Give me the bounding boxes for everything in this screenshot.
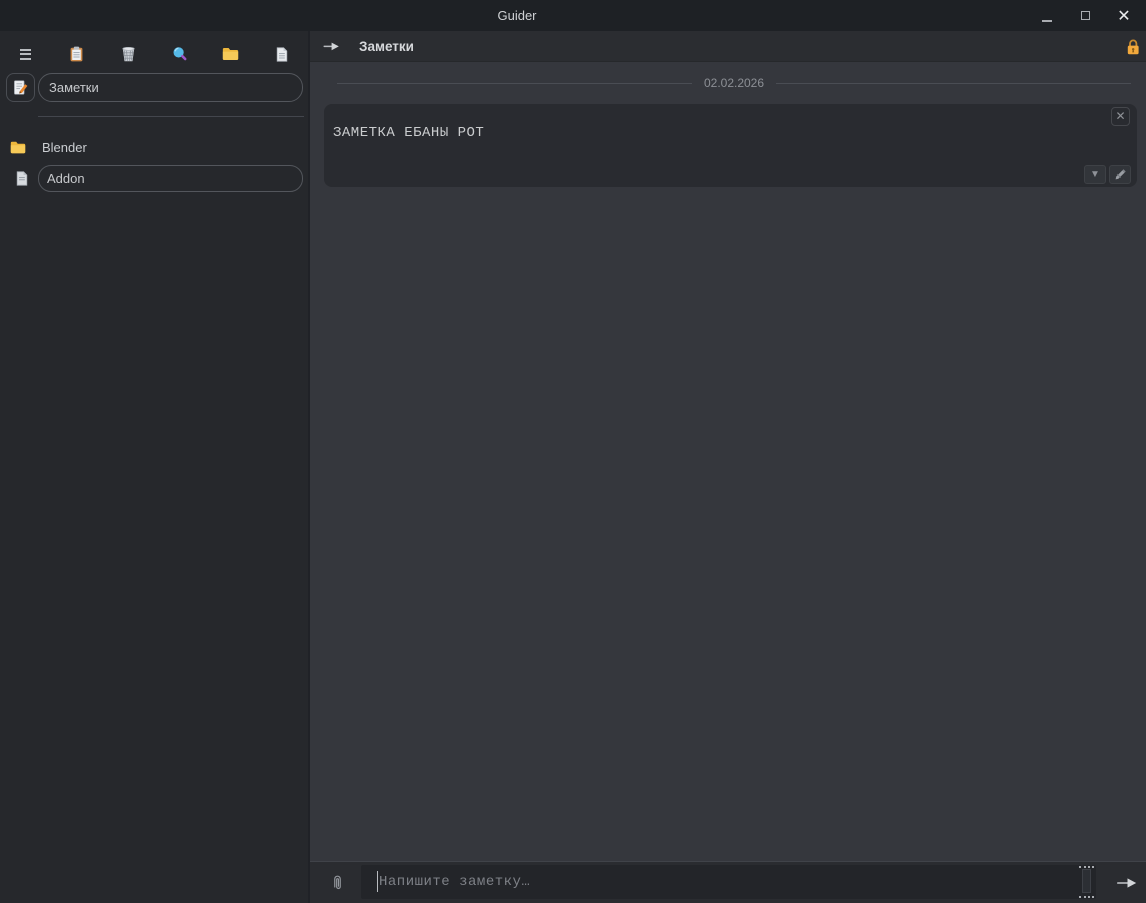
date-label: 02.02.2026 — [703, 76, 765, 90]
main-panel: Заметки 02.02.2026 ✕ ЗАМЕТКА ЕБАНЫ РОТ ▼ — [310, 31, 1146, 903]
titlebar: Guider ✕ — [0, 0, 1146, 31]
tree-folder-label: Blender — [42, 140, 87, 155]
composer-scrollbar[interactable] — [1079, 866, 1094, 898]
triangle-down-icon: ▼ — [1090, 169, 1100, 180]
note-card-actions: ▼ — [1084, 165, 1131, 184]
note-delete-button[interactable]: ✕ — [1111, 107, 1130, 126]
trash-button[interactable] — [111, 39, 145, 69]
hamburger-menu-icon — [20, 48, 32, 60]
text-caret — [377, 871, 378, 892]
paperclip-icon — [334, 875, 341, 890]
maximize-button[interactable] — [1074, 0, 1096, 31]
lock-button[interactable] — [1126, 38, 1140, 58]
divider-line — [776, 82, 1131, 84]
document-toolbar-button[interactable] — [265, 39, 299, 69]
clipboard-icon — [71, 46, 83, 62]
tree-item-note[interactable] — [0, 165, 308, 192]
folder-icon — [223, 47, 239, 61]
back-arrow-icon — [323, 42, 339, 51]
composer-bar — [310, 861, 1146, 903]
composer-field — [361, 865, 1096, 899]
clipboard-button[interactable] — [60, 39, 94, 69]
document-icon — [16, 171, 28, 186]
scrollbar-thumb[interactable] — [1082, 869, 1091, 893]
folder-icon — [10, 141, 26, 154]
note-card: ✕ ЗАМЕТКА ЕБАНЫ РОТ ▼ — [324, 104, 1137, 187]
send-arrow-icon — [1117, 878, 1137, 888]
notebook-title-input[interactable] — [38, 73, 303, 102]
window-title: Guider — [497, 8, 537, 23]
close-button[interactable]: ✕ — [1110, 0, 1138, 31]
search-button[interactable] — [163, 39, 197, 69]
composer-input[interactable] — [361, 865, 1096, 899]
main-header: Заметки — [310, 31, 1146, 62]
page-title: Заметки — [359, 39, 414, 54]
app-window: Guider ✕ Заметки Blender Addon Заметки 0… — [0, 0, 1146, 903]
search-icon — [173, 47, 187, 61]
date-divider: 02.02.2026 — [310, 76, 1146, 90]
minimize-icon — [1042, 19, 1052, 22]
notebook-title-row — [0, 73, 308, 103]
attach-button[interactable] — [331, 873, 344, 895]
tree-item-folder[interactable]: Blender — [0, 138, 308, 158]
sidebar-toolbar — [0, 35, 308, 73]
send-button[interactable] — [1116, 877, 1138, 892]
divider-line — [337, 82, 692, 84]
lock-icon — [1127, 39, 1139, 55]
folder-toolbar-button[interactable] — [214, 39, 248, 69]
note-name-input[interactable] — [38, 165, 303, 192]
new-note-button[interactable] — [6, 73, 35, 102]
note-edit-button[interactable] — [1109, 165, 1131, 184]
note-collapse-button[interactable]: ▼ — [1084, 165, 1106, 184]
sidebar: Blender — [0, 31, 310, 903]
menu-button[interactable] — [9, 39, 43, 69]
wastebasket-icon — [122, 46, 135, 62]
maximize-icon — [1080, 11, 1090, 20]
sidebar-divider — [38, 116, 304, 117]
minimize-button[interactable] — [1036, 0, 1058, 31]
back-button[interactable] — [323, 40, 341, 55]
note-text: ЗАМЕТКА ЕБАНЫ РОТ — [333, 125, 485, 141]
pencil-icon — [1115, 169, 1126, 180]
document-icon — [277, 46, 288, 62]
memo-icon — [13, 80, 27, 95]
